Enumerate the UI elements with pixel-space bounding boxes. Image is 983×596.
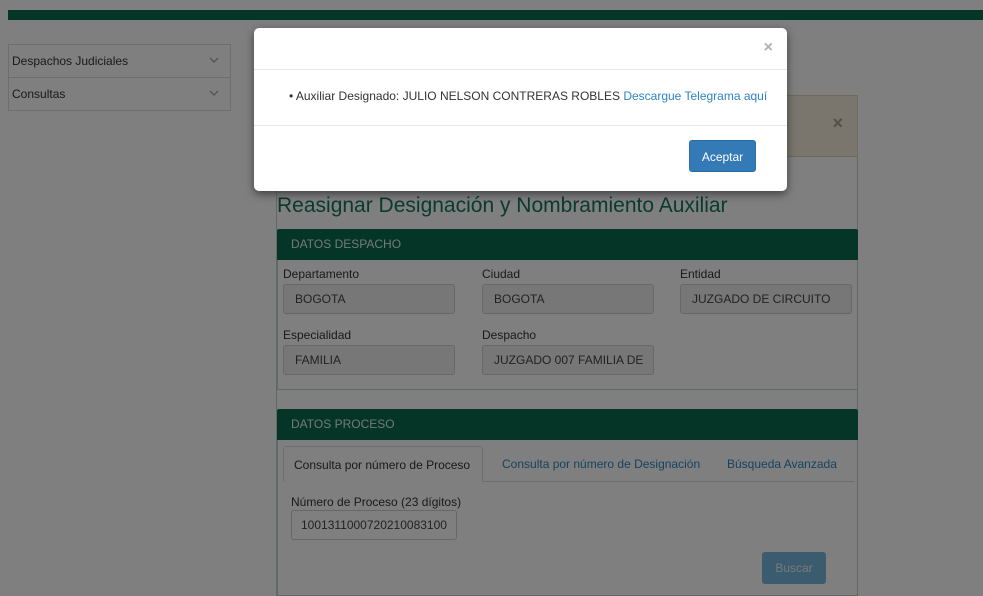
page: Despachos Judiciales Consultas × Reasign… bbox=[0, 0, 983, 596]
modal-footer: Aceptar bbox=[254, 126, 787, 190]
accept-button[interactable]: Aceptar bbox=[689, 140, 756, 172]
close-icon[interactable]: × bbox=[764, 38, 773, 58]
designation-modal: × • Auxiliar Designado: JULIO NELSON CON… bbox=[254, 28, 787, 191]
modal-header: × bbox=[254, 28, 787, 70]
modal-message: Auxiliar Designado: JULIO NELSON CONTRER… bbox=[295, 89, 620, 103]
modal-body: • Auxiliar Designado: JULIO NELSON CONTR… bbox=[254, 70, 787, 126]
telegram-download-link[interactable]: Descargue Telegrama aquí bbox=[623, 89, 767, 103]
bullet: • bbox=[289, 89, 294, 103]
